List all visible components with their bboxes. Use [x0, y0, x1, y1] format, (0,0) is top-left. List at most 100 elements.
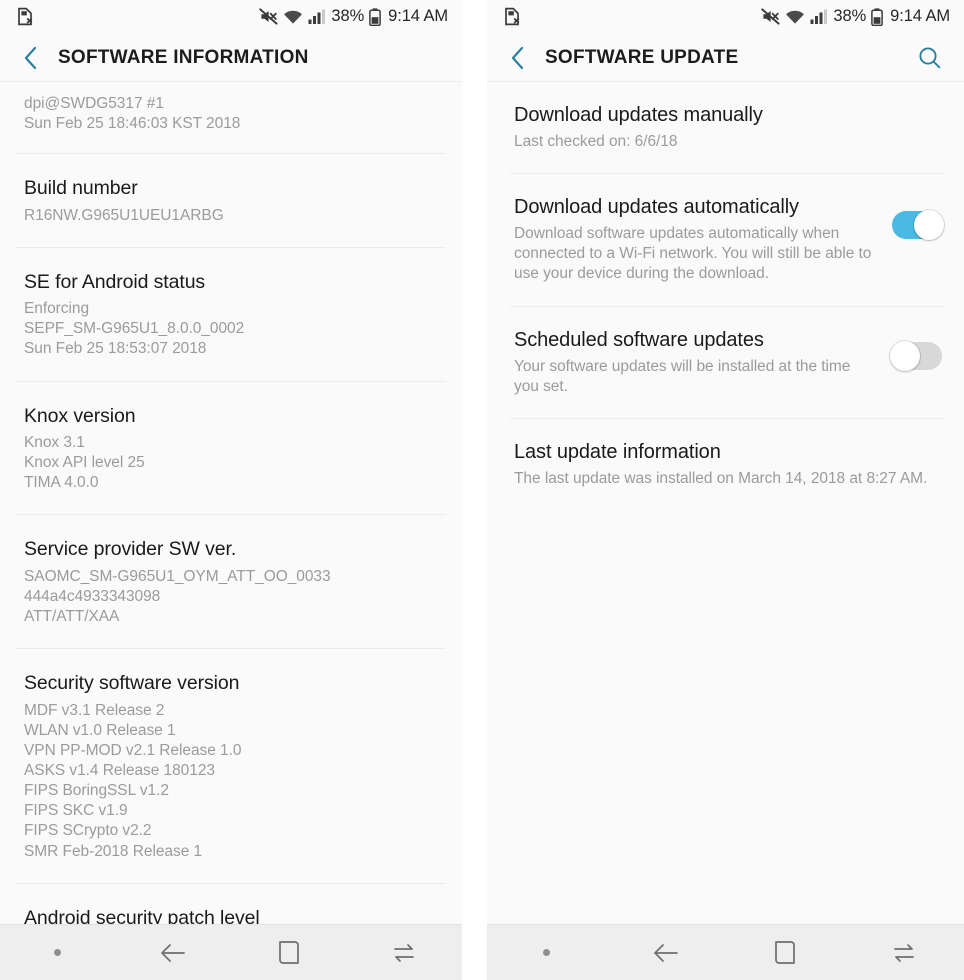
- list-item-last-update-information[interactable]: Last update information The last update …: [487, 419, 964, 511]
- list-item-se-for-android-status[interactable]: SE for Android status Enforcing SEPF_SM-…: [0, 248, 462, 382]
- status-bar-right-right-icons: 38% 9:14 AM: [761, 7, 950, 26]
- knox-line-1: Knox API level 25: [24, 454, 145, 472]
- build-info-partial-lines: dpi@SWDG5317 #1 Sun Feb 25 18:46:03 KST …: [24, 94, 438, 134]
- nav-home-button-right[interactable]: [726, 925, 845, 980]
- sound-muted-icon: [259, 8, 278, 25]
- se-status-line-0: Enforcing: [24, 300, 90, 318]
- android-security-patch-level-title: Android security patch level: [24, 906, 260, 924]
- navigation-bar-left: [0, 924, 462, 980]
- battery-percent-label: 38%: [833, 7, 867, 25]
- se-status-line-1: SEPF_SM-G965U1_8.0.0_0002: [24, 320, 245, 338]
- app-bar-left: SOFTWARE INFORMATION: [0, 33, 462, 82]
- nav-back-button-right[interactable]: [606, 925, 725, 980]
- list-item-knox-version[interactable]: Knox version Knox 3.1 Knox API level 25 …: [0, 382, 462, 516]
- recents-dot-icon: [54, 949, 62, 956]
- toggle-knob-icon: [890, 340, 920, 371]
- page-title-left: SOFTWARE INFORMATION: [58, 46, 309, 68]
- status-bar-right-icons: 38% 9:14 AM: [259, 7, 448, 26]
- search-icon: [917, 45, 943, 71]
- scheduled-software-updates-title: Scheduled software updates: [514, 328, 764, 351]
- list-item-download-updates-automatically[interactable]: Download updates automatically Download …: [487, 174, 964, 307]
- left-phone-screen: 38% 9:14 AM SOFTWARE INFORMATION dpi@SWD…: [0, 0, 462, 980]
- build-number-line-0: R16NW.G965U1UEU1ARBG: [24, 206, 224, 224]
- recents-switch-icon: [391, 942, 417, 964]
- service-provider-line-1: 444a4c4933343098: [24, 587, 161, 605]
- security-software-version-title: Security software version: [24, 672, 240, 695]
- navigation-bar-right: [487, 924, 964, 980]
- recents-dot-icon: [543, 949, 551, 956]
- software-information-list[interactable]: dpi@SWDG5317 #1 Sun Feb 25 18:46:03 KST …: [0, 82, 462, 924]
- toggle-knob-icon: [914, 210, 944, 241]
- nav-dot-button-right[interactable]: [487, 925, 606, 980]
- download-updates-manually-subtitle: Last checked on: 6/6/18: [514, 133, 678, 150]
- right-phone-screen: 38% 9:14 AM SOFTWARE UPDATE Download upd…: [487, 0, 964, 980]
- back-button-right[interactable]: [499, 40, 535, 76]
- list-item-android-security-patch-level[interactable]: Android security patch level February 1,…: [0, 884, 462, 924]
- list-item-build-info-partial[interactable]: dpi@SWDG5317 #1 Sun Feb 25 18:46:03 KST …: [0, 82, 462, 155]
- status-bar-right-left-icons: [504, 7, 521, 26]
- back-chevron-icon: [22, 45, 39, 71]
- battery-icon: [369, 7, 382, 26]
- build-info-line-1: Sun Feb 25 18:46:03 KST 2018: [24, 115, 241, 133]
- security-sw-line-0: MDF v3.1 Release 2: [24, 701, 165, 719]
- nav-recents-button-left[interactable]: [347, 925, 463, 980]
- list-item-security-software-version[interactable]: Security software version MDF v3.1 Relea…: [0, 649, 462, 884]
- knox-line-0: Knox 3.1: [24, 433, 85, 451]
- wifi-icon: [283, 9, 303, 25]
- cellular-signal-icon: [810, 9, 828, 25]
- knox-version-values: Knox 3.1 Knox API level 25 TIMA 4.0.0: [24, 433, 438, 493]
- battery-icon: [871, 7, 884, 26]
- knox-line-2: TIMA 4.0.0: [24, 474, 99, 492]
- status-bar-right: 38% 9:14 AM: [487, 0, 964, 33]
- se-for-android-status-values: Enforcing SEPF_SM-G965U1_8.0.0_0002 Sun …: [24, 299, 438, 359]
- clock-label: 9:14 AM: [388, 7, 448, 25]
- back-button-left[interactable]: [12, 40, 48, 76]
- build-info-line-0: dpi@SWDG5317 #1: [24, 95, 164, 112]
- build-number-title: Build number: [24, 177, 138, 200]
- nav-recents-button-right[interactable]: [845, 925, 964, 980]
- home-square-icon: [277, 940, 301, 965]
- knox-version-title: Knox version: [24, 404, 136, 427]
- screen-gutter: [462, 0, 487, 980]
- service-provider-sw-ver-values: SAOMC_SM-G965U1_OYM_ATT_OO_0033 444a4c49…: [24, 567, 438, 627]
- nav-back-button-left[interactable]: [116, 925, 232, 980]
- no-sim-card-icon: [17, 7, 34, 26]
- dual-screenshot-container: 38% 9:14 AM SOFTWARE INFORMATION dpi@SWD…: [0, 0, 964, 980]
- service-provider-line-0: SAOMC_SM-G965U1_OYM_ATT_OO_0033: [24, 567, 331, 585]
- cellular-signal-icon: [308, 9, 326, 25]
- no-sim-card-icon: [504, 7, 521, 26]
- download-updates-automatically-toggle[interactable]: [892, 210, 944, 241]
- security-sw-line-2: VPN PP-MOD v2.1 Release 1.0: [24, 741, 242, 759]
- scheduled-software-updates-toggle[interactable]: [890, 340, 942, 371]
- back-arrow-icon: [652, 942, 680, 964]
- list-item-build-number[interactable]: Build number R16NW.G965U1UEU1ARBG: [0, 154, 462, 248]
- list-item-download-updates-manually[interactable]: Download updates manually Last checked o…: [487, 82, 964, 175]
- se-status-line-2: Sun Feb 25 18:53:07 2018: [24, 340, 207, 358]
- wifi-icon: [785, 9, 805, 25]
- scheduled-software-updates-subtitle: Your software updates will be installed …: [514, 357, 851, 395]
- list-item-scheduled-software-updates[interactable]: Scheduled software updates Your software…: [487, 307, 964, 420]
- status-bar-left-icons: [17, 7, 34, 26]
- build-number-values: R16NW.G965U1UEU1ARBG: [24, 206, 438, 226]
- nav-home-button-left[interactable]: [231, 925, 347, 980]
- security-sw-line-5: FIPS SKC v1.9: [24, 802, 128, 820]
- page-title-right: SOFTWARE UPDATE: [545, 46, 739, 68]
- battery-percent-label: 38%: [331, 7, 365, 25]
- back-arrow-icon: [159, 942, 187, 964]
- clock-label: 9:14 AM: [890, 7, 950, 25]
- back-chevron-icon: [509, 45, 526, 71]
- app-bar-right: SOFTWARE UPDATE: [487, 33, 964, 82]
- status-bar-left: 38% 9:14 AM: [0, 0, 462, 33]
- security-sw-line-4: FIPS BoringSSL v1.2: [24, 782, 169, 800]
- search-button[interactable]: [912, 40, 948, 76]
- sound-muted-icon: [761, 8, 780, 25]
- download-updates-manually-title: Download updates manually: [514, 104, 763, 126]
- list-item-service-provider-sw-ver[interactable]: Service provider SW ver. SAOMC_SM-G965U1…: [0, 515, 462, 649]
- software-update-list[interactable]: Download updates manually Last checked o…: [487, 82, 964, 924]
- security-sw-line-1: WLAN v1.0 Release 1: [24, 721, 176, 739]
- service-provider-sw-ver-title: Service provider SW ver.: [24, 538, 237, 561]
- recents-switch-icon: [891, 942, 917, 964]
- last-update-information-subtitle: The last update was installed on March 1…: [514, 469, 928, 487]
- nav-dot-button-left[interactable]: [0, 925, 116, 980]
- security-software-version-values: MDF v3.1 Release 2 WLAN v1.0 Release 1 V…: [24, 701, 438, 862]
